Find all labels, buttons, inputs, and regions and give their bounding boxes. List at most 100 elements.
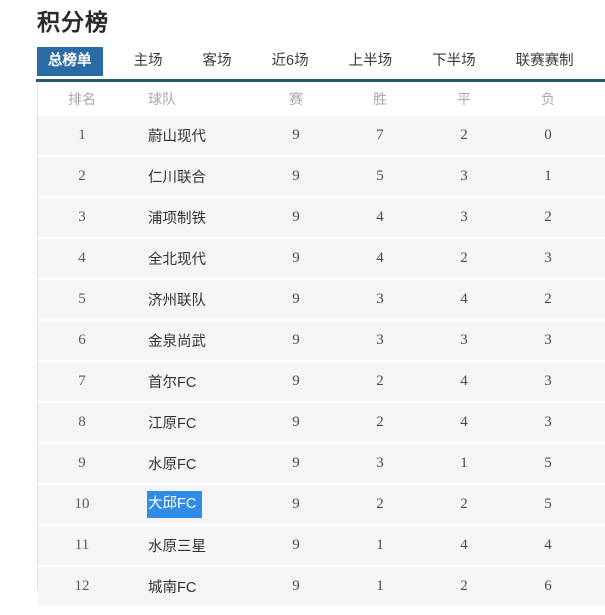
table-row[interactable]: 12 城南FC 9 1 2 6 <box>38 566 605 608</box>
cell-loss: 3 <box>506 361 590 403</box>
cell-team: 浦项制铁 <box>126 197 254 239</box>
cell-spacer <box>590 484 605 526</box>
cell-loss: 3 <box>506 238 590 280</box>
cell-rank: 10 <box>38 484 126 526</box>
column-header-draw[interactable]: 平 <box>422 82 506 116</box>
tab-2[interactable]: 主场 <box>125 47 172 76</box>
cell-draw: 2 <box>422 116 506 157</box>
cell-win: 5 <box>338 156 422 198</box>
tab-bar: 总榜单 主场 客场 近6场 上半场 下半场 联赛赛制 <box>37 46 583 77</box>
cell-played: 9 <box>254 566 338 608</box>
cell-rank: 8 <box>38 402 126 444</box>
table-row[interactable]: 8 江原FC 9 2 4 3 <box>38 402 605 444</box>
table-row[interactable]: 4 全北现代 9 4 2 3 <box>38 238 605 280</box>
cell-draw: 4 <box>422 279 506 321</box>
cell-team: 水原三星 <box>126 525 254 567</box>
cell-team: 水原FC <box>126 443 254 485</box>
cell-draw: 3 <box>422 156 506 198</box>
column-header-loss[interactable]: 负 <box>506 82 590 116</box>
cell-played: 9 <box>254 361 338 403</box>
cell-team: 城南FC <box>126 566 254 608</box>
table-row[interactable]: 10 大邱FC 9 2 2 5 <box>38 484 605 526</box>
cell-loss: 5 <box>506 484 590 526</box>
column-header-team[interactable]: 球队 <box>126 82 254 116</box>
cell-rank: 1 <box>38 116 126 157</box>
cell-draw: 4 <box>422 361 506 403</box>
table-row[interactable]: 6 金泉尚武 9 3 3 3 <box>38 320 605 362</box>
cell-team: 全北现代 <box>126 238 254 280</box>
cell-spacer <box>590 525 605 567</box>
cell-win: 4 <box>338 238 422 280</box>
cell-draw: 2 <box>422 566 506 608</box>
table-row[interactable]: 1 蔚山现代 9 7 2 0 <box>38 116 605 157</box>
cell-loss: 3 <box>506 402 590 444</box>
standings-table: 排名 球队 赛 胜 平 负 1 蔚山现代 9 7 2 0 2 仁川联合 9 5 3 1 3 浦项制铁 9 4 3… <box>38 82 605 608</box>
table-row[interactable]: 5 济州联队 9 3 4 2 <box>38 279 605 321</box>
cell-spacer <box>590 279 605 321</box>
cell-spacer <box>590 197 605 239</box>
table-header: 排名 球队 赛 胜 平 负 <box>38 82 605 116</box>
cell-loss: 5 <box>506 443 590 485</box>
column-header-rank[interactable]: 排名 <box>38 82 126 116</box>
cell-team: 首尔FC <box>126 361 254 403</box>
cell-draw: 1 <box>422 443 506 485</box>
cell-win: 4 <box>338 197 422 239</box>
cell-draw: 3 <box>422 320 506 362</box>
cell-loss: 6 <box>506 566 590 608</box>
cell-draw: 3 <box>422 197 506 239</box>
cell-played: 9 <box>254 402 338 444</box>
cell-team: 蔚山现代 <box>126 116 254 157</box>
cell-team: 金泉尚武 <box>126 320 254 362</box>
cell-win: 1 <box>338 566 422 608</box>
cell-spacer <box>590 238 605 280</box>
cell-rank: 4 <box>38 238 126 280</box>
cell-rank: 9 <box>38 443 126 485</box>
cell-played: 9 <box>254 279 338 321</box>
cell-played: 9 <box>254 484 338 526</box>
cell-team: 大邱FC <box>126 484 254 526</box>
cell-win: 1 <box>338 525 422 567</box>
cell-rank: 11 <box>38 525 126 567</box>
tab-4[interactable]: 近6场 <box>263 47 318 76</box>
cell-rank: 12 <box>38 566 126 608</box>
cell-win: 2 <box>338 361 422 403</box>
table-row[interactable]: 7 首尔FC 9 2 4 3 <box>38 361 605 403</box>
table-row[interactable]: 11 水原三星 9 1 4 4 <box>38 525 605 567</box>
tab-5[interactable]: 上半场 <box>340 47 402 76</box>
cell-team: 济州联队 <box>126 279 254 321</box>
tab-7[interactable]: 联赛赛制 <box>507 47 583 76</box>
column-header-win[interactable]: 胜 <box>338 82 422 116</box>
table-row[interactable]: 3 浦项制铁 9 4 3 2 <box>38 197 605 239</box>
standings-table-container: 排名 球队 赛 胜 平 负 1 蔚山现代 9 7 2 0 2 仁川联合 9 5 3 1 3 浦项制铁 9 4 3… <box>37 82 605 608</box>
cell-win: 7 <box>338 116 422 157</box>
page-title: 积分榜 <box>37 9 109 35</box>
cell-loss: 0 <box>506 116 590 157</box>
table-row[interactable]: 2 仁川联合 9 5 3 1 <box>38 156 605 198</box>
cell-spacer <box>590 156 605 198</box>
cell-spacer <box>590 566 605 608</box>
cell-played: 9 <box>254 525 338 567</box>
cell-rank: 2 <box>38 156 126 198</box>
cell-rank: 5 <box>38 279 126 321</box>
cell-rank: 3 <box>38 197 126 239</box>
column-header-played[interactable]: 赛 <box>254 82 338 116</box>
table-body: 1 蔚山现代 9 7 2 0 2 仁川联合 9 5 3 1 3 浦项制铁 9 4 3 2 4 全北现代 9 4 2 3 5 济州联… <box>38 116 605 608</box>
cell-draw: 2 <box>422 238 506 280</box>
cell-win: 3 <box>338 320 422 362</box>
cell-spacer <box>590 443 605 485</box>
cell-team: 江原FC <box>126 402 254 444</box>
cell-played: 9 <box>254 156 338 198</box>
tab-1[interactable]: 总榜单 <box>37 47 103 76</box>
cell-loss: 4 <box>506 525 590 567</box>
cell-spacer <box>590 116 605 157</box>
tab-6[interactable]: 下半场 <box>423 47 485 76</box>
cell-loss: 3 <box>506 320 590 362</box>
cell-draw: 2 <box>422 484 506 526</box>
cell-win: 2 <box>338 484 422 526</box>
table-row[interactable]: 9 水原FC 9 3 1 5 <box>38 443 605 485</box>
tab-3[interactable]: 客场 <box>194 47 241 76</box>
cell-draw: 4 <box>422 525 506 567</box>
cell-played: 9 <box>254 197 338 239</box>
cell-win: 3 <box>338 279 422 321</box>
cell-played: 9 <box>254 238 338 280</box>
